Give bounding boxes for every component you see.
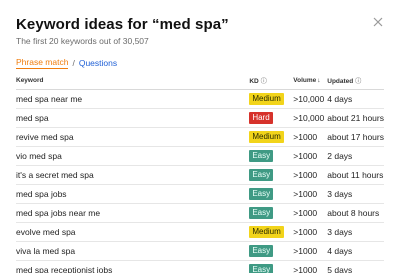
updated-cell: 2 days	[327, 146, 384, 166]
updated-cell: 4 days	[327, 241, 384, 261]
column-header-keyword: Keyword	[16, 72, 250, 90]
volume-cell: >1000	[293, 241, 328, 261]
keyword-cell[interactable]: evolve med spa	[16, 222, 250, 242]
column-header-updated[interactable]: Updated ⓘ	[327, 72, 384, 90]
tab-questions[interactable]: Questions	[79, 58, 117, 68]
volume-cell: >1000	[293, 184, 328, 204]
sort-desc-icon: ↓	[317, 76, 321, 84]
keyword-cell[interactable]: viva la med spa	[16, 241, 250, 261]
kd-cell: Easy	[249, 203, 294, 223]
tab-phrase-match[interactable]: Phrase match	[16, 57, 69, 69]
table-row[interactable]: med spa near me Medium >10,000 4 days	[16, 89, 384, 109]
kd-cell: Easy	[249, 260, 294, 273]
match-type-tabs: Phrase match / Questions	[16, 57, 117, 69]
table-header-row: Keyword KD ⓘ Volume↓ Updated ⓘ	[16, 72, 384, 90]
kd-badge: Easy	[249, 187, 274, 200]
table-row[interactable]: it's a secret med spa Easy >1000 about 11 h…	[16, 165, 384, 185]
column-header-kd-label: KD	[249, 77, 259, 85]
table-row[interactable]: med spa receptionist jobs Easy >1000 5 days	[16, 260, 384, 273]
volume-cell: >1000	[293, 203, 328, 223]
kd-cell: Medium	[249, 222, 294, 242]
kd-badge: Easy	[249, 263, 274, 273]
tab-separator: /	[72, 58, 75, 68]
keyword-ideas-modal: Keyword ideas for “med spa” The first 20…	[0, 0, 400, 273]
kd-cell: Medium	[249, 89, 294, 109]
table-row[interactable]: viva la med spa Easy >1000 4 days	[16, 241, 384, 261]
table-row[interactable]: med spa jobs Easy >1000 3 days	[16, 184, 384, 204]
column-header-volume[interactable]: Volume↓	[293, 72, 328, 90]
updated-cell: 3 days	[327, 184, 384, 204]
kd-cell: Easy	[249, 184, 294, 204]
kd-badge: Medium	[249, 92, 284, 105]
updated-cell: about 17 hours	[327, 127, 384, 147]
modal-title: Keyword ideas for “med spa”	[16, 16, 229, 33]
volume-cell: >1000	[293, 165, 328, 185]
updated-cell: 4 days	[327, 89, 384, 109]
updated-cell: about 8 hours	[327, 203, 384, 223]
column-header-updated-label: Updated	[327, 77, 354, 85]
volume-cell: >1000	[293, 146, 328, 166]
keyword-cell[interactable]: med spa jobs	[16, 184, 250, 204]
column-header-volume-label: Volume	[293, 76, 317, 84]
column-header-kd[interactable]: KD ⓘ	[249, 72, 294, 90]
volume-cell: >10,000	[293, 89, 328, 109]
keyword-cell[interactable]: med spa jobs near me	[16, 203, 250, 223]
kd-badge: Easy	[249, 244, 274, 257]
kd-cell: Medium	[249, 127, 294, 147]
kd-badge: Hard	[249, 111, 273, 124]
keywords-table: Keyword KD ⓘ Volume↓ Updated ⓘ med spa nea…	[16, 72, 384, 273]
modal-subtitle: The first 20 keywords out of 30,507	[16, 36, 149, 46]
volume-cell: >1000	[293, 127, 328, 147]
kd-cell: Easy	[249, 241, 294, 261]
kd-cell: Hard	[249, 108, 294, 128]
close-button[interactable]	[372, 16, 384, 28]
kd-badge: Easy	[249, 149, 274, 162]
volume-cell: >1000	[293, 222, 328, 242]
table-row[interactable]: med spa Hard >10,000 about 21 hours	[16, 108, 384, 128]
kd-badge: Easy	[249, 168, 274, 181]
keyword-cell[interactable]: vio med spa	[16, 146, 250, 166]
kd-badge: Medium	[249, 130, 284, 143]
updated-cell: about 21 hours	[327, 108, 384, 128]
volume-cell: >1000	[293, 260, 328, 273]
close-icon	[373, 17, 383, 27]
keyword-cell[interactable]: med spa near me	[16, 89, 250, 109]
keyword-cell[interactable]: it's a secret med spa	[16, 165, 250, 185]
updated-cell: 3 days	[327, 222, 384, 242]
keyword-cell[interactable]: med spa receptionist jobs	[16, 260, 250, 273]
kd-cell: Easy	[249, 146, 294, 166]
volume-cell: >10,000	[293, 108, 328, 128]
table-row[interactable]: vio med spa Easy >1000 2 days	[16, 146, 384, 166]
info-icon[interactable]: ⓘ	[355, 79, 361, 85]
table-row[interactable]: med spa jobs near me Easy >1000 about 8 hou…	[16, 203, 384, 223]
table-row[interactable]: evolve med spa Medium >1000 3 days	[16, 222, 384, 242]
keyword-cell[interactable]: med spa	[16, 108, 250, 128]
info-icon[interactable]: ⓘ	[261, 79, 267, 85]
kd-badge: Medium	[249, 225, 284, 238]
column-header-keyword-label: Keyword	[16, 76, 44, 84]
keyword-cell[interactable]: revive med spa	[16, 127, 250, 147]
updated-cell: 5 days	[327, 260, 384, 273]
table-row[interactable]: revive med spa Medium >1000 about 17 hours	[16, 127, 384, 147]
kd-cell: Easy	[249, 165, 294, 185]
updated-cell: about 11 hours	[327, 165, 384, 185]
kd-badge: Easy	[249, 206, 274, 219]
